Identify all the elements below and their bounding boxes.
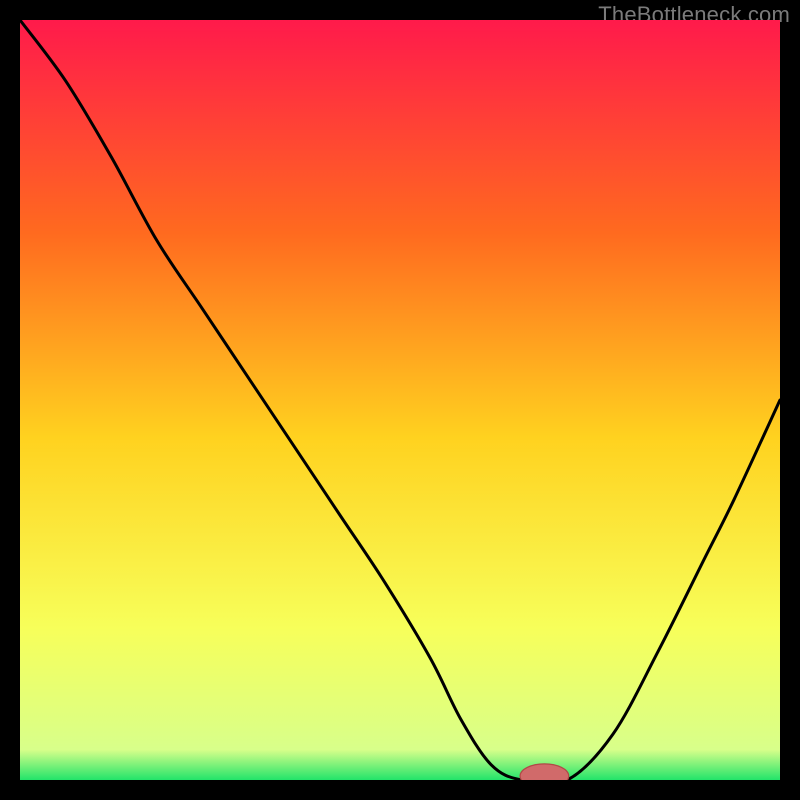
chart-stage: TheBottleneck.com [0,0,800,800]
chart-svg [20,20,780,780]
plot-area [20,20,780,780]
gradient-background [20,20,780,780]
